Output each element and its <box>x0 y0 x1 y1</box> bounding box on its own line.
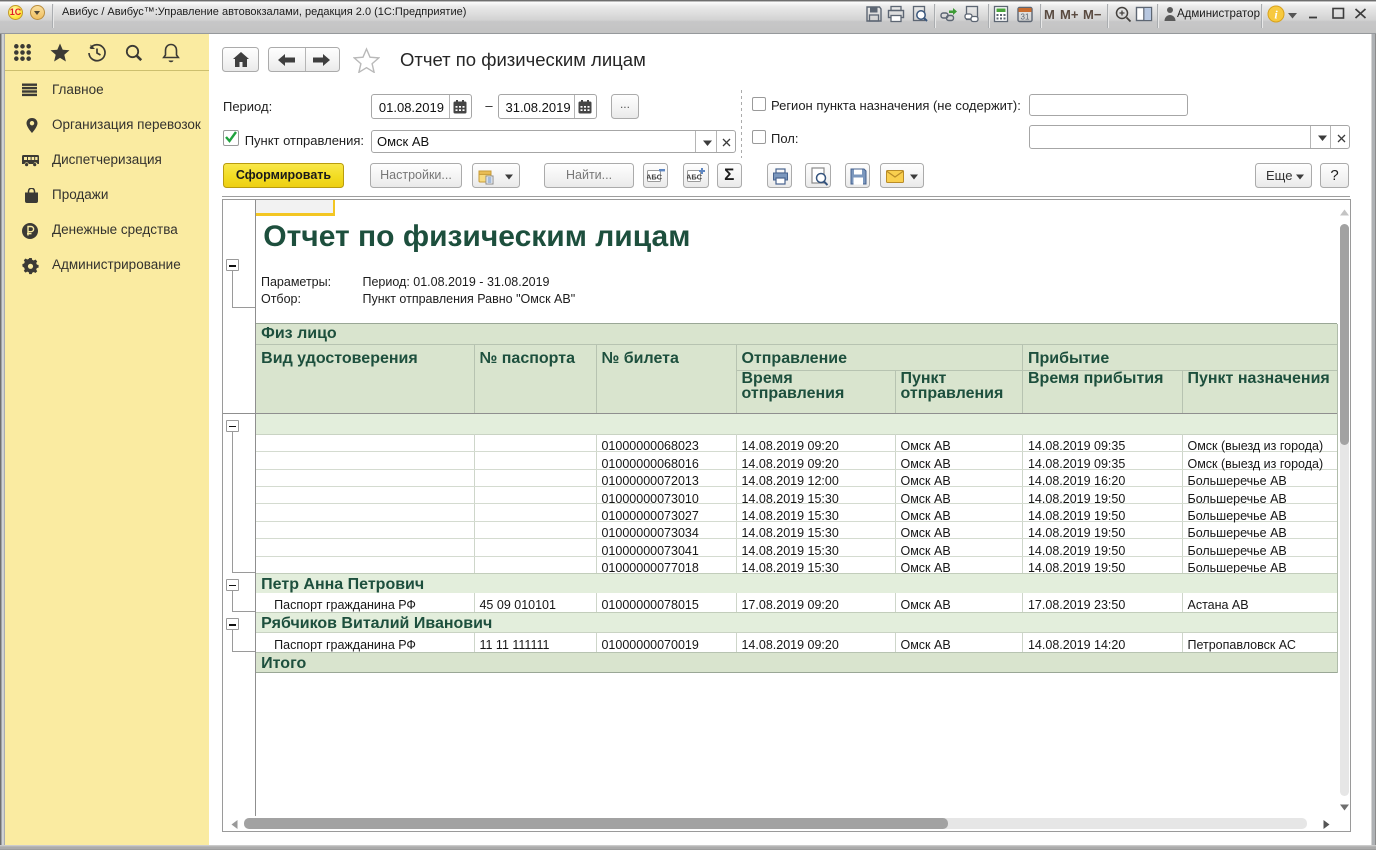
svg-text:АБС: АБС <box>647 172 663 181</box>
svg-text:АБС: АБС <box>687 172 703 181</box>
svg-text:31: 31 <box>1021 13 1030 22</box>
